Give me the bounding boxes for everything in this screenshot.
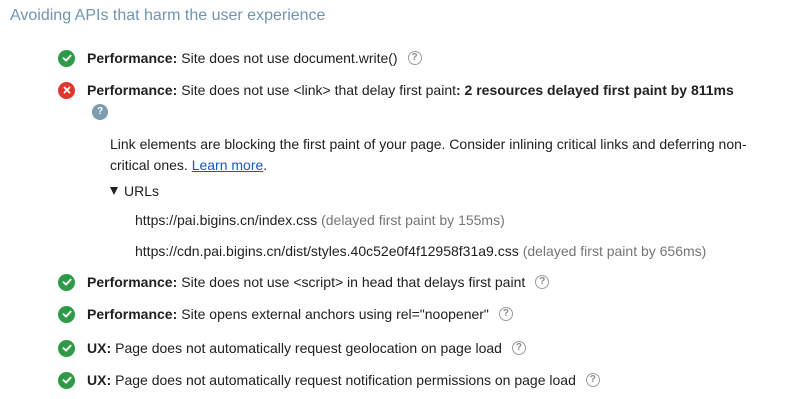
period-text: . <box>263 157 268 173</box>
check-circle-icon <box>58 371 75 389</box>
url-note: (delayed first paint by 656ms) <box>522 243 707 259</box>
audit-text: Site opens external anchors using rel="n… <box>181 306 489 322</box>
audit-row: Performance: Site opens external anchors… <box>58 305 513 323</box>
audit-row: Performance: Site does not use <script> … <box>58 273 550 291</box>
audit-text: Page does not automatically request geol… <box>115 340 502 356</box>
audit-row-failed[interactable]: Performance: Site does not use <link> th… <box>58 81 734 99</box>
url-note: (delayed first paint by 155ms) <box>321 212 505 228</box>
audit-row: Performance: Site does not use document.… <box>58 49 422 67</box>
check-circle-icon <box>58 305 75 323</box>
x-circle-icon <box>58 81 75 99</box>
question-mark-icon[interactable]: ? <box>92 104 108 120</box>
audit-category: Performance: <box>87 82 178 98</box>
audit-text: Site does not use <link> that delay firs… <box>181 82 456 98</box>
audit-text: Site does not use document.write() <box>181 50 398 66</box>
question-mark-icon[interactable]: ? <box>511 341 526 355</box>
audit-summary: : 2 resources delayed first paint by 811… <box>456 82 734 98</box>
triangle-down-icon <box>110 187 118 195</box>
url-list-item: https://cdn.pai.bigins.cn/dist/styles.40… <box>135 243 706 259</box>
question-mark-icon[interactable]: ? <box>585 373 600 387</box>
check-circle-icon <box>58 49 75 67</box>
url-text: https://pai.bigins.cn/index.css <box>135 212 318 228</box>
urls-label: URLs <box>124 183 160 199</box>
url-list-item: https://pai.bigins.cn/index.css (delayed … <box>135 212 505 228</box>
audit-details-description: Link elements are blocking the first pai… <box>110 134 770 176</box>
check-circle-icon <box>58 339 75 357</box>
audit-category: UX: <box>87 340 112 356</box>
question-mark-icon[interactable]: ? <box>535 275 550 289</box>
audit-row: UX: Page does not automatically request … <box>58 371 600 389</box>
section-title: Avoiding APIs that harm the user experie… <box>10 7 326 24</box>
question-mark-icon[interactable]: ? <box>407 51 422 65</box>
audit-row: UX: Page does not automatically request … <box>58 339 526 357</box>
audit-category: UX: <box>87 372 112 388</box>
audit-text: Site does not use <script> in head that … <box>181 274 526 290</box>
urls-disclosure-toggle[interactable]: URLs <box>110 183 159 199</box>
question-mark-icon[interactable]: ? <box>498 307 513 321</box>
audit-text: Page does not automatically request noti… <box>115 372 576 388</box>
audit-category: Performance: <box>87 306 178 322</box>
url-text: https://cdn.pai.bigins.cn/dist/styles.40… <box>135 243 519 259</box>
audit-category: Performance: <box>87 50 178 66</box>
check-circle-icon <box>58 273 75 291</box>
learn-more-link[interactable]: Learn more <box>192 157 264 173</box>
audit-category: Performance: <box>87 274 178 290</box>
